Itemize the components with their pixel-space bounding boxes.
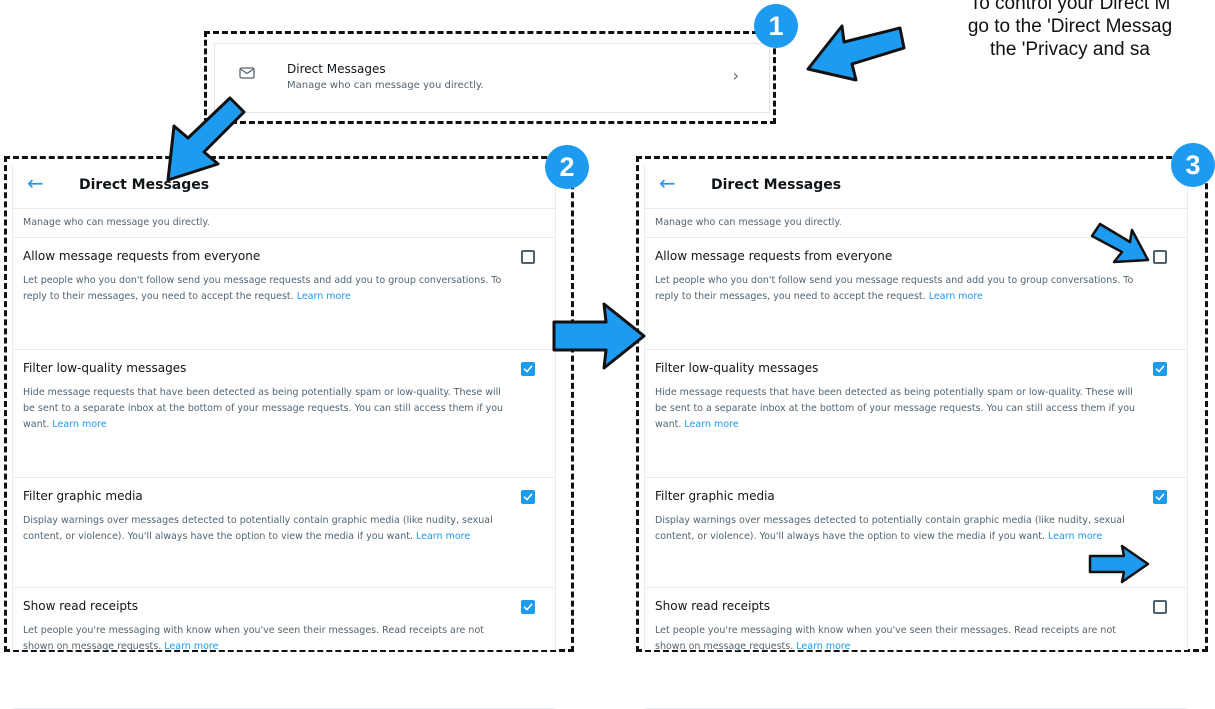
- direct-messages-entry[interactable]: Direct Messages Manage who can message y…: [214, 43, 770, 113]
- learn-more-link[interactable]: Learn more: [297, 291, 351, 302]
- setting-filter-low-quality[interactable]: Filter low-quality messages Hide message…: [13, 350, 555, 478]
- allow-requests-checkbox[interactable]: [1153, 250, 1167, 264]
- setting-description: Let people you're messaging with know wh…: [655, 625, 1116, 652]
- settings-panel-before: ← Direct Messages Manage who can message…: [12, 164, 556, 709]
- checkmark-icon: [1155, 493, 1165, 501]
- step-2-badge: 2: [545, 145, 589, 189]
- pointer-arrow-step-2: [166, 96, 246, 182]
- entry-title: Direct Messages: [287, 62, 386, 76]
- learn-more-link[interactable]: Learn more: [52, 419, 106, 430]
- setting-filter-low-quality[interactable]: Filter low-quality messages Hide message…: [645, 350, 1187, 478]
- pointer-arrow-step-3: [552, 302, 646, 370]
- chevron-right-icon: ›: [732, 66, 739, 85]
- instruction-line-3: the 'Privacy and sa: [990, 39, 1150, 60]
- page-title: Direct Messages: [711, 177, 842, 193]
- learn-more-link[interactable]: Learn more: [796, 641, 850, 652]
- filter-graphic-media-checkbox[interactable]: [1153, 490, 1167, 504]
- setting-label: Allow message requests from everyone: [23, 249, 261, 263]
- page-subtitle: Manage who can message you directly.: [13, 209, 555, 238]
- instruction-text: To control your Direct M go to the 'Dire…: [920, 0, 1215, 61]
- setting-show-read-receipts[interactable]: Show read receipts Let people you're mes…: [13, 588, 555, 709]
- envelope-icon: [239, 67, 255, 79]
- setting-label: Filter low-quality messages: [23, 361, 187, 375]
- setting-label: Filter graphic media: [23, 489, 143, 503]
- checkmark-icon: [523, 365, 533, 373]
- step-3-badge: 3: [1171, 143, 1215, 187]
- back-arrow-icon[interactable]: ←: [27, 171, 44, 195]
- instruction-line-1: To control your Direct M: [969, 0, 1171, 14]
- learn-more-link[interactable]: Learn more: [1048, 531, 1102, 542]
- filter-low-quality-checkbox[interactable]: [521, 362, 535, 376]
- setting-description: Display warnings over messages detected …: [655, 515, 1125, 542]
- setting-label: Filter low-quality messages: [655, 361, 819, 375]
- setting-show-read-receipts[interactable]: Show read receipts Let people you're mes…: [645, 588, 1187, 709]
- setting-description: Hide message requests that have been det…: [23, 387, 504, 430]
- setting-label: Filter graphic media: [655, 489, 775, 503]
- read-receipts-checkbox[interactable]: [521, 600, 535, 614]
- setting-description: Let people who you don't follow send you…: [655, 275, 1134, 302]
- step-1-badge: 1: [754, 4, 798, 48]
- learn-more-link[interactable]: Learn more: [416, 531, 470, 542]
- filter-graphic-media-checkbox[interactable]: [521, 490, 535, 504]
- filter-low-quality-checkbox[interactable]: [1153, 362, 1167, 376]
- checkmark-icon: [523, 603, 533, 611]
- back-arrow-icon[interactable]: ←: [659, 171, 676, 195]
- setting-description: Let people who you don't follow send you…: [23, 275, 502, 302]
- checkmark-icon: [1155, 365, 1165, 373]
- learn-more-link[interactable]: Learn more: [684, 419, 738, 430]
- setting-filter-graphic-media[interactable]: Filter graphic media Display warnings ov…: [13, 478, 555, 588]
- setting-label: Allow message requests from everyone: [655, 249, 893, 263]
- panel-header: ← Direct Messages: [645, 164, 1187, 209]
- panel-header: ← Direct Messages: [13, 164, 555, 209]
- pointer-arrow-read-receipts: [1088, 544, 1150, 584]
- pointer-arrow-allow-requests: [1090, 222, 1150, 264]
- setting-label: Show read receipts: [655, 599, 770, 613]
- learn-more-link[interactable]: Learn more: [929, 291, 983, 302]
- entry-subtitle: Manage who can message you directly.: [287, 80, 484, 91]
- learn-more-link[interactable]: Learn more: [164, 641, 218, 652]
- setting-allow-message-requests[interactable]: Allow message requests from everyone Let…: [13, 238, 555, 350]
- checkmark-icon: [523, 493, 533, 501]
- allow-requests-checkbox[interactable]: [521, 250, 535, 264]
- setting-description: Display warnings over messages detected …: [23, 515, 493, 542]
- instruction-line-2: go to the 'Direct Messag: [967, 16, 1173, 37]
- setting-description: Let people you're messaging with know wh…: [23, 625, 484, 652]
- setting-description: Hide message requests that have been det…: [655, 387, 1136, 430]
- pointer-arrow-step-1: [806, 24, 906, 82]
- setting-label: Show read receipts: [23, 599, 138, 613]
- read-receipts-checkbox[interactable]: [1153, 600, 1167, 614]
